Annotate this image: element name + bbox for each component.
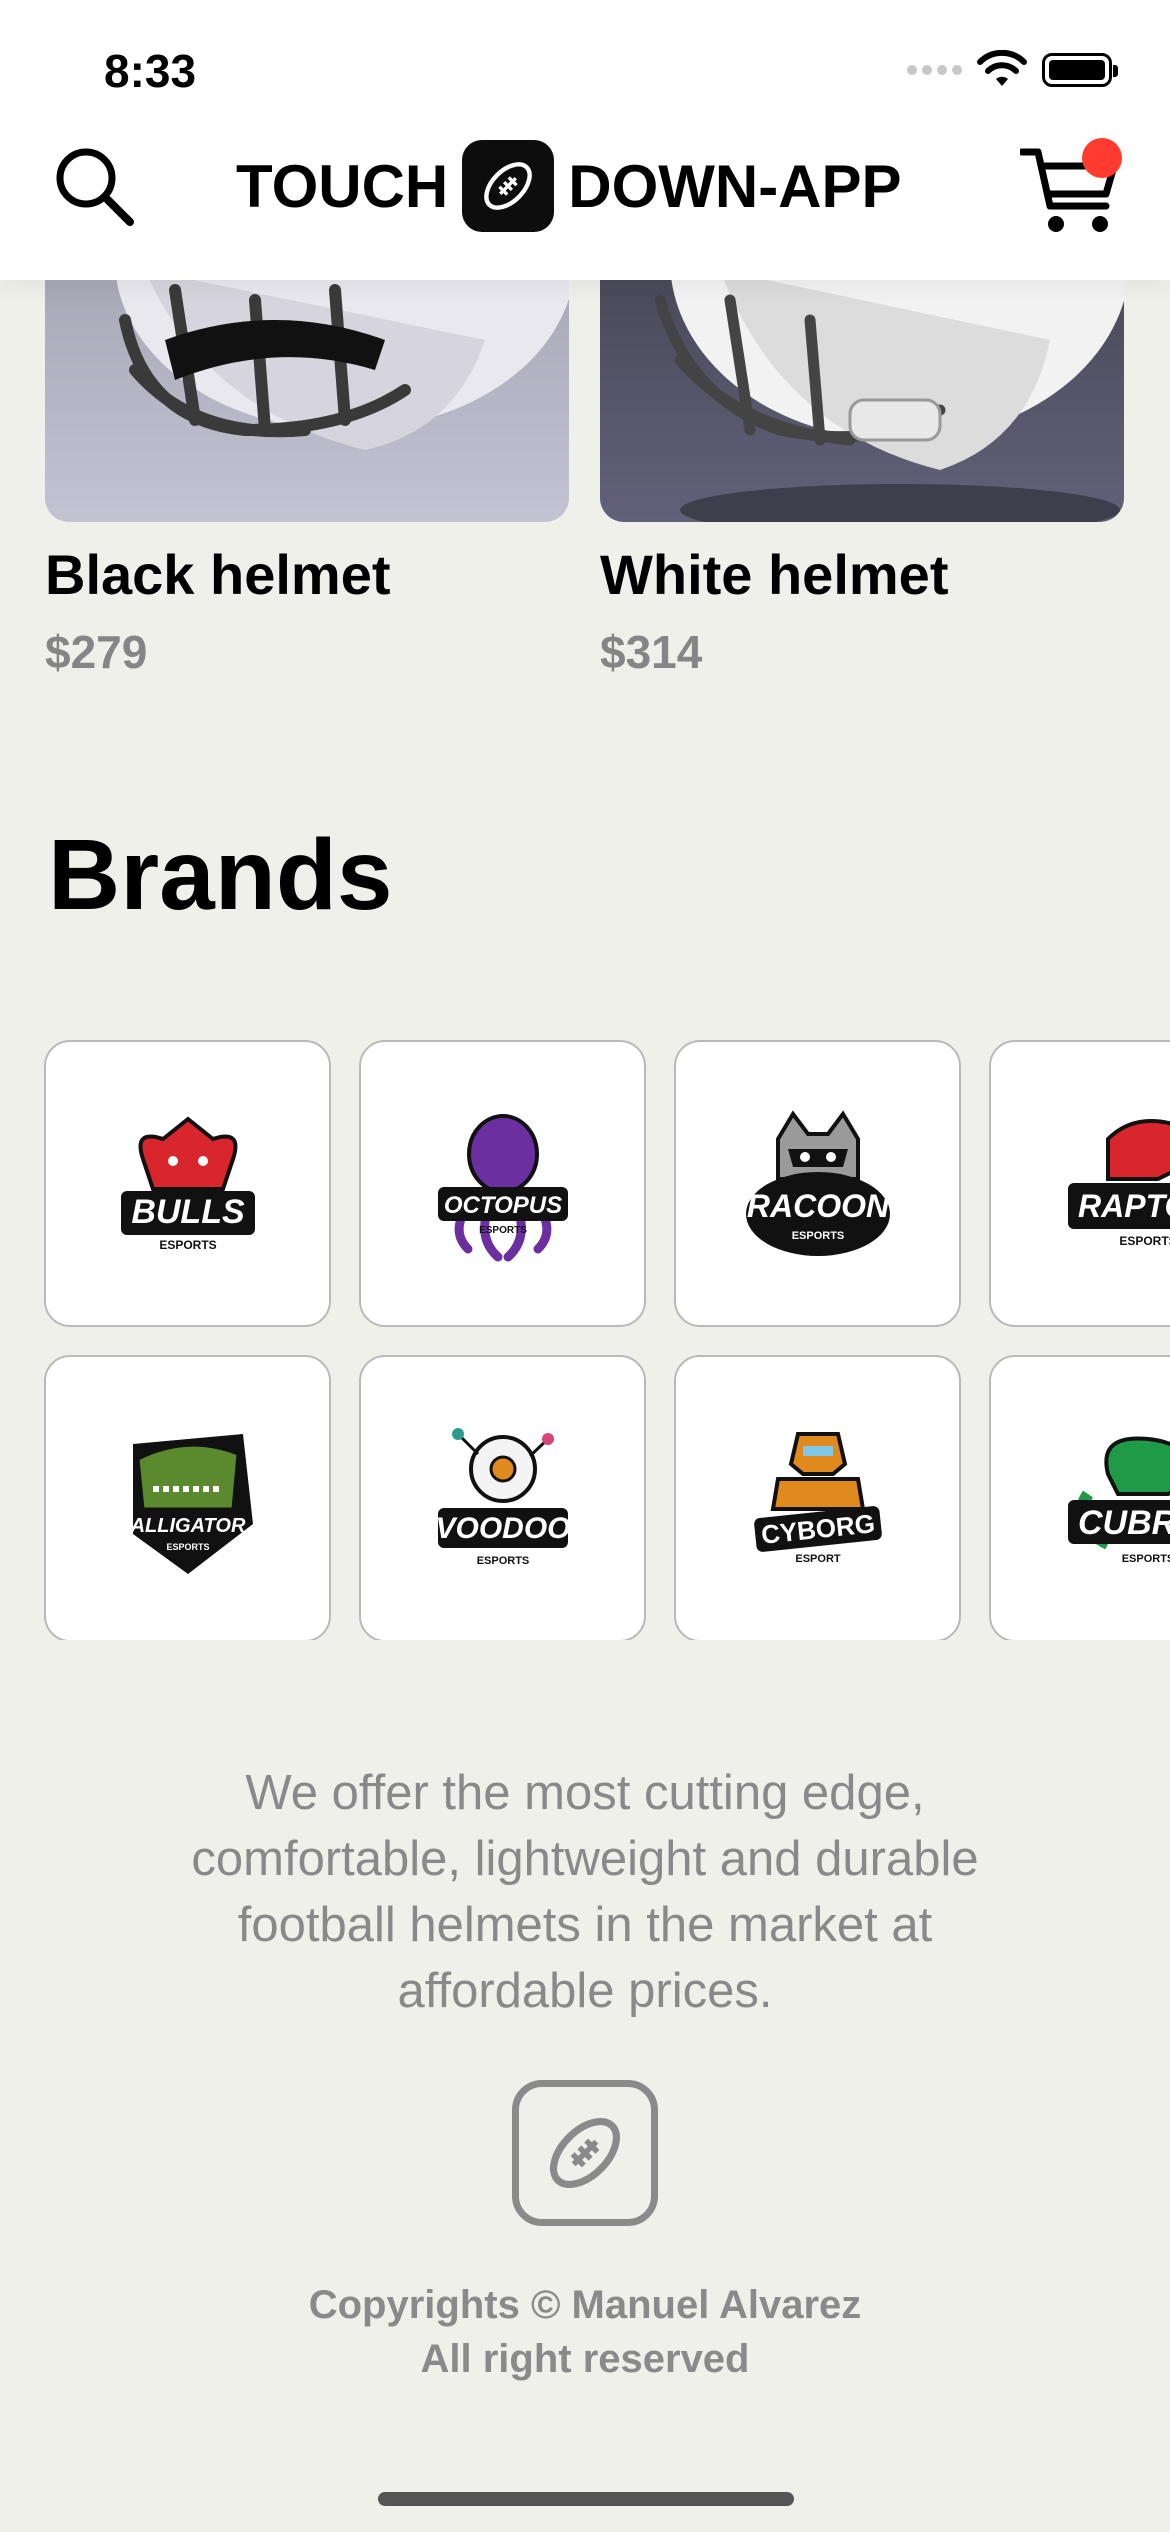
brand-tag: ESPORTS	[166, 1542, 209, 1552]
brand-name: CYBORG	[759, 1508, 876, 1550]
brand-name: CUBR	[1078, 1504, 1170, 1542]
copyright-line-1: Copyrights © Manuel Alvarez	[308, 2283, 862, 2327]
alligator-logo: ALLIGATOR ESPORTS	[129, 1433, 253, 1574]
brand-tile-voodoo[interactable]: VOODOO ESPORTS	[359, 1355, 646, 1640]
brand-name: BULLS	[131, 1193, 245, 1231]
octopus-logo: OCTOPUS ESPORTS	[437, 1113, 568, 1261]
wifi-icon	[977, 50, 1027, 86]
bulls-logo: BULLS ESPORTS	[120, 1115, 255, 1252]
helmet-image	[600, 280, 1124, 522]
rapto-logo: RAPTO ESPORTS	[1067, 1118, 1170, 1248]
brand-name: VOODOO	[435, 1512, 570, 1545]
brand-tile-alligator[interactable]: ALLIGATOR ESPORTS	[44, 1355, 331, 1640]
brand-tag: ESPORTS	[476, 1555, 529, 1567]
racoon-logo: RACOON ESPORTS	[745, 1109, 890, 1256]
product-price: $279	[45, 626, 148, 678]
app-title: TOUCH DOWN-APP	[236, 138, 902, 234]
football-icon	[512, 2080, 658, 2226]
status-icons	[907, 50, 1118, 90]
brand-tag: ESPORTS	[791, 1230, 844, 1242]
helmet-image	[45, 280, 569, 522]
product-price: $314	[600, 626, 703, 678]
cart-button[interactable]	[1018, 138, 1122, 238]
football-icon	[462, 140, 555, 232]
brand-tag: ESPORT	[795, 1553, 841, 1565]
about-text: We offer the most cutting edge, comforta…	[191, 1766, 979, 2018]
voodoo-logo: VOODOO ESPORTS	[435, 1427, 570, 1567]
search-icon[interactable]	[48, 140, 138, 230]
brands-heading: Brands	[48, 819, 393, 931]
brand-tag: ESPORTS	[159, 1238, 216, 1252]
brand-name: ALLIGATOR	[129, 1515, 245, 1537]
brand-tile-racoon[interactable]: RACOON ESPORTS	[674, 1040, 961, 1327]
brand-tile-cubr[interactable]: CUBR ESPORTS	[989, 1355, 1170, 1640]
copyright-line-2: All right reserved	[420, 2337, 750, 2381]
home-indicator[interactable]	[378, 2492, 794, 2506]
brand-tag: ESPORTS	[1121, 1553, 1170, 1565]
brand-tile-bulls[interactable]: BULLS ESPORTS	[44, 1040, 331, 1327]
brand-name: RACOON	[746, 1188, 889, 1224]
brand-grid: BULLS ESPORTS OCTOPUS ESPORTS RACOON ESP…	[44, 1040, 1170, 1640]
brand-tag: ESPORTS	[1119, 1234, 1170, 1248]
product-name: Black helmet	[45, 543, 391, 606]
brand-name: OCTOPUS	[443, 1192, 561, 1219]
app-header: 8:33 TOUCH DOWN-APP	[0, 0, 1170, 280]
cubr-logo: CUBR ESPORTS	[1067, 1435, 1170, 1565]
brand-tag: ESPORTS	[479, 1225, 527, 1236]
title-left: TOUCH	[236, 152, 449, 220]
cyborg-logo: CYBORG ESPORT	[753, 1431, 882, 1565]
brand-name: RAPTO	[1078, 1188, 1170, 1224]
cart-badge	[1082, 138, 1122, 178]
title-right: DOWN-APP	[568, 152, 902, 220]
product-card[interactable]: White helmet $314	[600, 280, 1124, 679]
brand-tile-rapto[interactable]: RAPTO ESPORTS	[989, 1040, 1170, 1327]
product-card[interactable]: Black helmet $279	[45, 280, 569, 679]
status-time: 8:33	[104, 45, 197, 97]
battery-icon	[1042, 53, 1118, 87]
brand-tile-octopus[interactable]: OCTOPUS ESPORTS	[359, 1040, 646, 1327]
copyright: Copyrights © Manuel Alvarez All right re…	[0, 2278, 1170, 2386]
product-name: White helmet	[600, 543, 949, 606]
cellular-signal-icon	[907, 65, 962, 75]
brand-tile-cyborg[interactable]: CYBORG ESPORT	[674, 1355, 961, 1640]
